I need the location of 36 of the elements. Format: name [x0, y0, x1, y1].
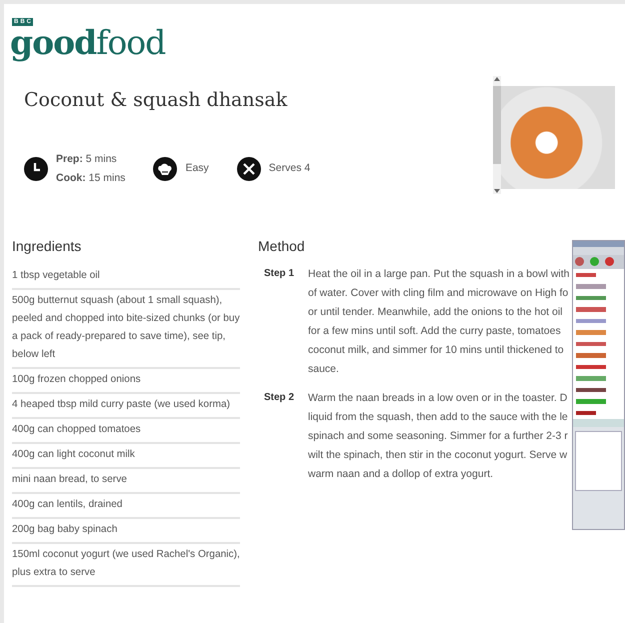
chef-hat-icon: [153, 157, 178, 182]
step-text-line: or until tender. Meanwhile, add the onions to the hot oil: [308, 304, 564, 320]
step-label: Step 1: [264, 266, 296, 281]
step-label: Step 2: [264, 390, 296, 405]
step-text-line: spinach and some seasoning. Simmer for a further 2-3 r: [308, 428, 568, 444]
scroll-down-icon[interactable]: [494, 189, 500, 194]
scrollbar[interactable]: [493, 76, 501, 194]
step-text-line: Heat the oil in a large pan. Put the squash in a bowl with: [308, 266, 570, 282]
ingredient-item: mini naan bread, to serve: [12, 468, 240, 494]
scroll-up-icon[interactable]: [494, 76, 500, 81]
step-text-line: liquid from the squash, then add to the sauce with the le: [308, 410, 568, 425]
ingredient-item: 100g frozen chopped onions: [12, 368, 240, 394]
clock-icon: [24, 157, 48, 182]
ingredient-item: 4 heaped tbsp mild curry paste (we used korma): [12, 394, 240, 419]
ingredient-item: 400g can chopped tomatoes: [12, 418, 240, 444]
ingredient-item: 400g can lentils, drained: [12, 494, 240, 519]
step-text-line: warm naan and a dollop of extra yogurt.: [308, 466, 494, 482]
ingredient-item: 200g bag baby spinach: [12, 518, 240, 544]
time-text: Prep: 5 mins: [56, 152, 118, 167]
step-text-line: for a few mins until soft. Add the curry paste, tomatoes: [308, 324, 562, 339]
ingredient-item: 400g can light coconut milk: [12, 444, 240, 469]
cutlery-icon: [236, 157, 261, 182]
section-heading: Ingredients: [12, 238, 82, 255]
step-text-line: Warm the naan breads in a low oven or in the toaster. D: [308, 390, 568, 406]
section-heading: Method: [258, 238, 306, 255]
recipe-title: Coconut & squash dhansak: [24, 89, 288, 112]
ingredient-item: 1 tbsp vegetable oil: [12, 264, 240, 290]
meta-text: Easy: [185, 161, 209, 176]
step-text-line: of water. Cover with cling film and microwave on High fo: [308, 286, 570, 301]
step-text-line: sauce.: [308, 362, 340, 377]
time-text: Cook: 15 mins: [56, 170, 126, 186]
step-text-line: coconut milk, and simmer for 10 mins until thickened to: [308, 342, 565, 358]
meta-text: Serves 4: [268, 161, 310, 176]
step-text-line: wilt the spinach, then stir in the coconut yogurt. Serve w: [308, 448, 568, 463]
ingredient-item: 500g butternut squash (about 1 small squash), peeled and chopped into bite-sized chunks (or buy a pack of ready-prepared to save time), see tip, below left: [12, 290, 240, 369]
ingredient-item: 150ml coconut yogurt (we used Rachel's Organic), plus extra to serve: [12, 544, 240, 587]
